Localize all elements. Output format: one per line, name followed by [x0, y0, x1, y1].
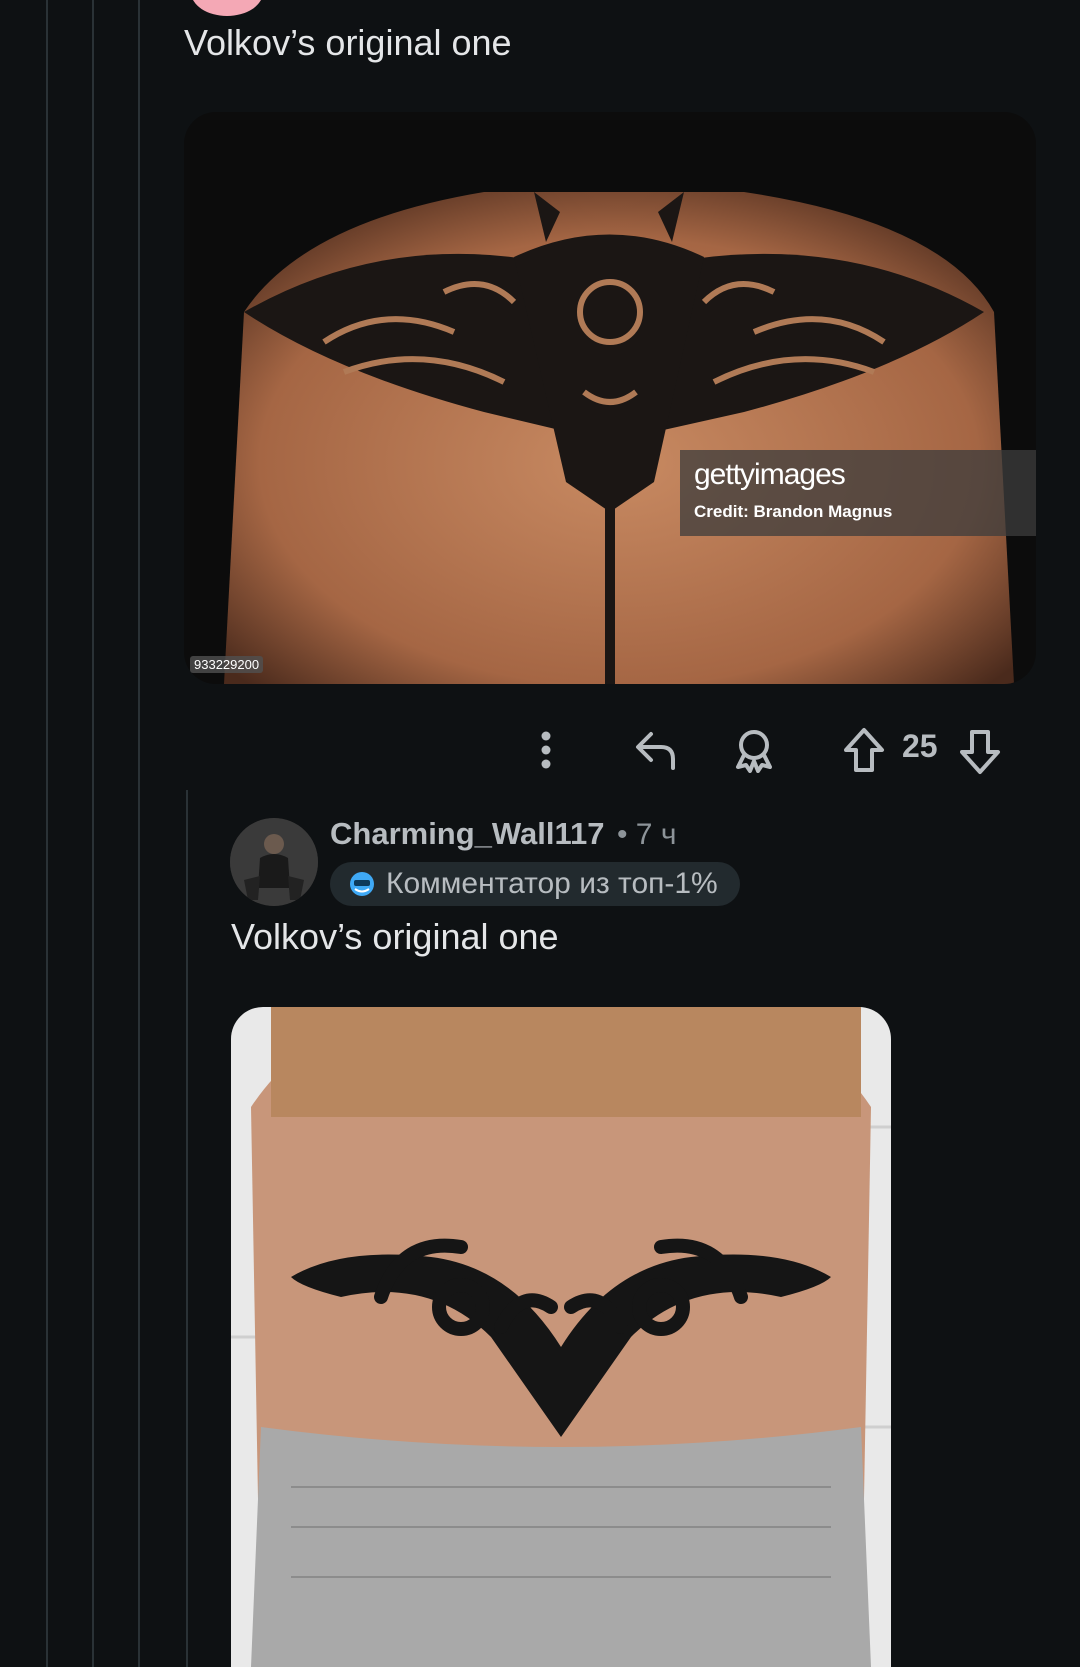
comment-image[interactable]	[184, 112, 1036, 684]
watermark: gettyimages Credit: Brandon Magnus	[680, 450, 1036, 536]
downvote-button[interactable]	[954, 724, 1006, 780]
timestamp: • 7 ч	[616, 818, 677, 851]
username-link[interactable]: Charming_Wall117	[330, 816, 605, 851]
thread-line-4[interactable]	[186, 790, 188, 1667]
vote-count: 25	[902, 728, 938, 764]
thread-line-3	[138, 0, 140, 1667]
award-icon	[736, 730, 772, 773]
avatar[interactable]	[230, 818, 318, 906]
status-badge[interactable]: Комментатор из топ-1%	[330, 862, 740, 906]
thread-line-1	[46, 0, 48, 1667]
more-vertical-icon	[541, 731, 551, 769]
watermark-brand: getty	[694, 458, 755, 491]
downvote-icon	[960, 730, 1000, 774]
more-options-button[interactable]	[526, 724, 566, 776]
watermark-brand-light: images	[754, 458, 846, 491]
reply-button[interactable]	[630, 724, 682, 776]
author-row: Charming_Wall117 • 7 ч	[330, 816, 676, 852]
award-button[interactable]	[728, 724, 780, 776]
avatar[interactable]	[191, 0, 263, 16]
top-commenter-icon	[348, 870, 376, 898]
thread-line-2	[92, 0, 94, 1667]
comment-image[interactable]	[231, 1007, 891, 1667]
comment-body: Volkov’s original one	[184, 22, 512, 63]
watermark-credit: Credit: Brandon Magnus	[694, 502, 893, 521]
image-id: 933229200	[190, 656, 264, 673]
upvote-icon	[844, 728, 884, 772]
reply-icon	[636, 732, 675, 770]
badge-label: Комментатор из топ-1%	[386, 867, 718, 900]
upvote-button[interactable]	[838, 722, 890, 778]
comment-body: Volkov’s original one	[231, 916, 559, 957]
